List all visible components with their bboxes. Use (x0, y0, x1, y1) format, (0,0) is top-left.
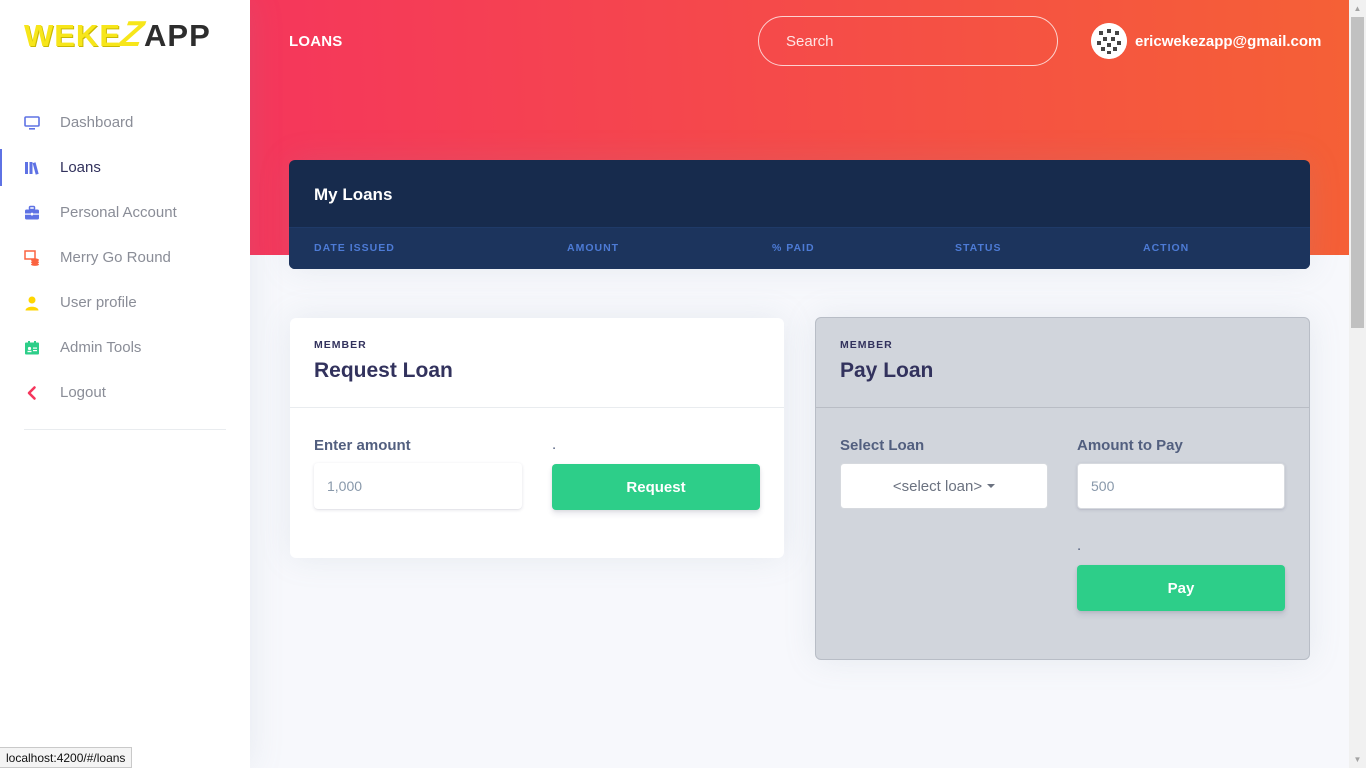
pay-dot-label: . (1077, 537, 1082, 554)
amount-to-pay-label: Amount to Pay (1077, 437, 1183, 454)
column-header-status[interactable]: Status (955, 242, 1001, 254)
column-header-action[interactable]: Action (1143, 242, 1189, 254)
user-email: ericwekezapp@gmail.com (1135, 32, 1322, 50)
request-loan-title: Request Loan (314, 359, 453, 382)
card-divider (816, 407, 1309, 408)
scroll-thumb[interactable] (1351, 17, 1364, 328)
my-loans-card: My Loans Date Issued Amount % Paid Statu… (289, 160, 1310, 269)
sidebar-item-label: Merry Go Round (60, 249, 171, 266)
pay-button[interactable]: Pay (1077, 565, 1285, 611)
sidebar-item-dashboard[interactable]: Dashboard (0, 100, 250, 145)
enter-amount-label: Enter amount (314, 437, 411, 454)
briefcase-icon (24, 205, 40, 221)
sidebar-divider (24, 429, 226, 430)
request-loan-kicker: MEMBER (314, 339, 367, 351)
sidebar-nav: Dashboard Loans Personal Account Merry G… (0, 100, 250, 415)
search-box (758, 16, 1058, 66)
sidebar-item-label: Loans (60, 159, 101, 176)
select-loan-label: Select Loan (840, 437, 925, 454)
sidebar-item-label: Personal Account (60, 204, 177, 221)
sidebar-item-user-profile[interactable]: User profile (0, 280, 250, 325)
column-header-amount[interactable]: Amount (567, 242, 619, 254)
column-header-percent-paid[interactable]: % Paid (772, 242, 815, 254)
sidebar-item-label: Dashboard (60, 114, 134, 131)
page-title[interactable]: LOANS (289, 33, 343, 50)
browser-status-url: localhost:4200/#/loans (0, 747, 133, 768)
pay-loan-title: Pay Loan (840, 359, 934, 382)
caret-down-icon (987, 484, 996, 488)
loan-amount-input[interactable] (314, 463, 522, 509)
request-dot-label: . (552, 436, 557, 453)
sidebar-item-merry-go-round[interactable]: Merry Go Round (0, 235, 250, 280)
chevron-left-icon (24, 385, 40, 401)
sidebar-item-label: Logout (60, 384, 106, 401)
brand-logo[interactable]: WEKEZAPP (24, 13, 211, 54)
card-divider (290, 407, 784, 408)
column-header-date-issued[interactable]: Date Issued (314, 242, 395, 254)
avatar (1091, 23, 1127, 59)
id-card-icon (24, 340, 40, 356)
books-icon (24, 160, 40, 176)
select-loan-value: <select loan> (892, 477, 983, 495)
sidebar: WEKEZAPP Dashboard Loans Personal Accoun… (0, 0, 250, 768)
coins-icon (24, 249, 40, 266)
sidebar-item-label: Admin Tools (60, 339, 142, 356)
brand-logo-part1: WEKE (24, 18, 121, 53)
sidebar-item-logout[interactable]: Logout (0, 370, 250, 415)
scroll-up-arrow-icon[interactable]: ▲ (1349, 0, 1366, 17)
user-icon (24, 295, 40, 311)
user-menu[interactable]: ericwekezapp@gmail.com (1091, 23, 1321, 59)
request-button[interactable]: Request (552, 464, 760, 510)
select-loan-dropdown[interactable]: <select loan> (840, 463, 1048, 509)
sidebar-item-admin-tools[interactable]: Admin Tools (0, 325, 250, 370)
loans-table-header: Date Issued Amount % Paid Status Action (289, 227, 1310, 269)
sidebar-item-label: User profile (60, 294, 137, 311)
monitor-icon (24, 115, 40, 131)
search-input[interactable] (759, 17, 1057, 65)
my-loans-title: My Loans (314, 185, 393, 204)
pay-loan-card: MEMBER Pay Loan Select Loan Amount to Pa… (815, 317, 1310, 660)
brand-logo-part3: APP (144, 18, 211, 53)
pay-amount-input[interactable] (1077, 463, 1285, 509)
brand-logo-part2: Z (117, 13, 148, 54)
sidebar-item-personal-account[interactable]: Personal Account (0, 190, 250, 235)
page-scrollbar[interactable]: ▲ ▼ (1349, 0, 1366, 768)
scroll-down-arrow-icon[interactable]: ▼ (1349, 751, 1366, 768)
request-loan-card: MEMBER Request Loan Enter amount . Reque… (290, 318, 784, 558)
pay-loan-kicker: MEMBER (840, 339, 893, 351)
sidebar-item-loans[interactable]: Loans (0, 145, 250, 190)
